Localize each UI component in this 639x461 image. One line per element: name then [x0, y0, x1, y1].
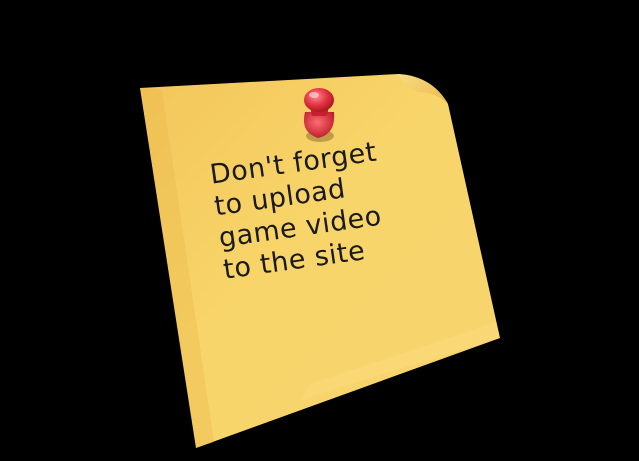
push-pin-icon — [303, 88, 335, 142]
sticky-note-scene: Don't forget to upload game video to the… — [0, 0, 639, 461]
